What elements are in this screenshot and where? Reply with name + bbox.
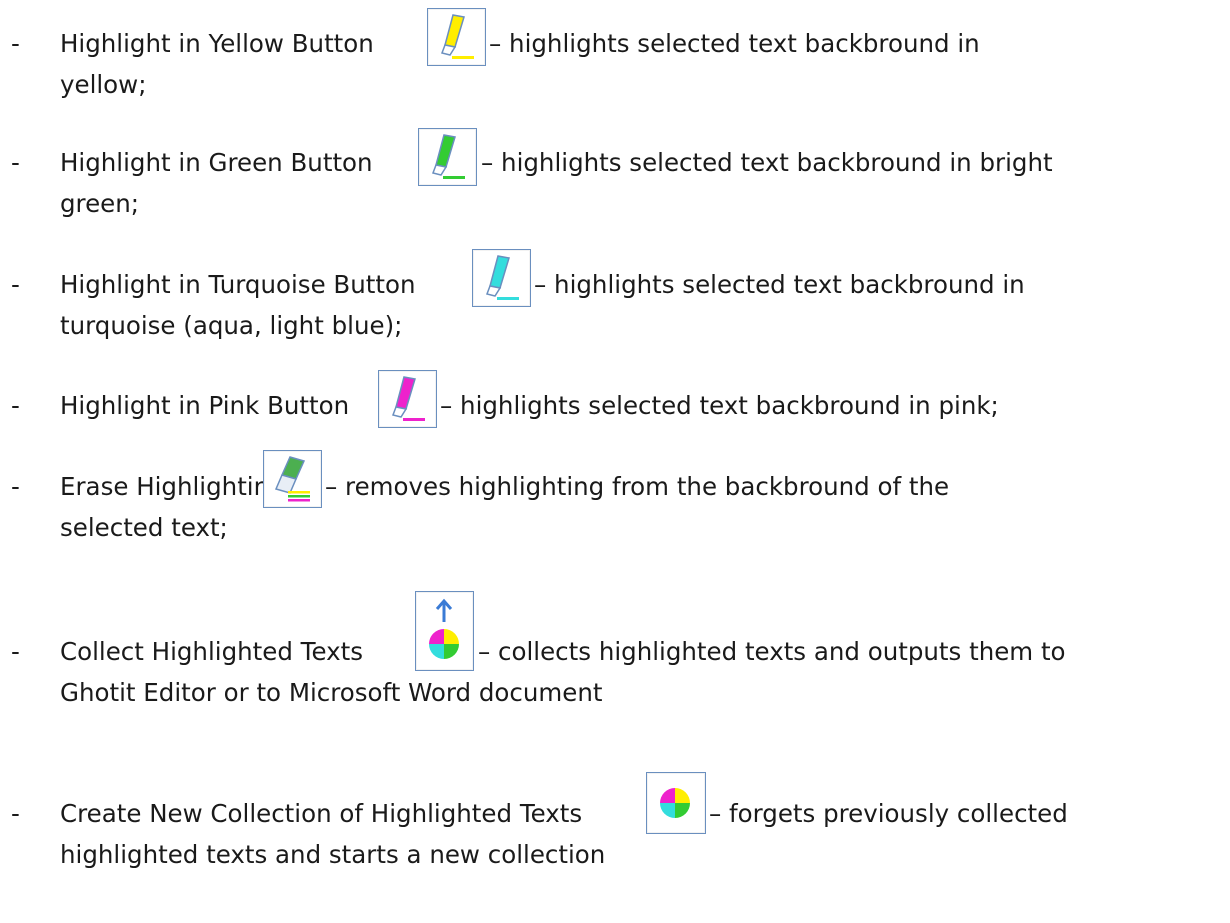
item-label: Erase Highlighting xyxy=(60,472,285,501)
list-item-new-collection: - Create New Collection of Highlighted T… xyxy=(0,794,1230,884)
pink-highlighter-icon[interactable] xyxy=(378,370,437,428)
item-label: Highlight in Pink Button xyxy=(60,391,350,420)
item-label: Highlight in Green Button xyxy=(60,148,373,177)
list-item-collect: - Collect Highlighted Texts – collects h… xyxy=(0,632,1230,722)
item-description-cont: selected text; xyxy=(60,513,228,542)
item-description-cont: turquoise (aqua, light blue); xyxy=(60,311,403,340)
item-description-cont: green; xyxy=(60,189,140,218)
yellow-highlighter-icon[interactable] xyxy=(427,8,486,66)
item-description: – collects highlighted texts and outputs… xyxy=(478,637,1066,666)
list-item-erase: - Erase Highlighting – removes highlight… xyxy=(0,467,1230,557)
item-description: – highlights selected text backbround in xyxy=(534,270,1025,299)
collect-highlighted-icon[interactable] xyxy=(415,591,474,671)
item-label: Collect Highlighted Texts xyxy=(60,637,363,666)
item-label: Create New Collection of Highlighted Tex… xyxy=(60,799,583,828)
item-description: – removes highlighting from the backbrou… xyxy=(325,472,950,501)
green-highlighter-icon[interactable] xyxy=(418,128,477,186)
bullet-dash: - xyxy=(11,637,20,666)
item-description: – highlights selected text backbround in… xyxy=(440,391,999,420)
item-description-cont: highlighted texts and starts a new colle… xyxy=(60,840,606,869)
bullet-dash: - xyxy=(11,799,20,828)
eraser-icon[interactable] xyxy=(263,450,322,508)
item-label: Highlight in Yellow Button xyxy=(60,29,374,58)
list-item-yellow: - Highlight in Yellow Button – highlight… xyxy=(0,24,1230,114)
item-description: – highlights selected text backbround in xyxy=(489,29,980,58)
bullet-dash: - xyxy=(11,472,20,501)
list-item-turquoise: - Highlight in Turquoise Button – highli… xyxy=(0,265,1230,355)
item-description: – highlights selected text backbround in… xyxy=(481,148,1053,177)
turquoise-highlighter-icon[interactable] xyxy=(472,249,531,307)
list-item-pink: - Highlight in Pink Button – highlights … xyxy=(0,386,1230,431)
item-description: – forgets previously collected xyxy=(709,799,1068,828)
new-collection-icon[interactable] xyxy=(646,772,706,834)
bullet-dash: - xyxy=(11,391,20,420)
bullet-dash: - xyxy=(11,148,20,177)
bullet-dash: - xyxy=(11,270,20,299)
item-description-cont: Ghotit Editor or to Microsoft Word docum… xyxy=(60,678,603,707)
item-description-cont: yellow; xyxy=(60,70,147,99)
item-label: Highlight in Turquoise Button xyxy=(60,270,416,299)
list-item-green: - Highlight in Green Button – highlights… xyxy=(0,143,1230,233)
bullet-dash: - xyxy=(11,29,20,58)
